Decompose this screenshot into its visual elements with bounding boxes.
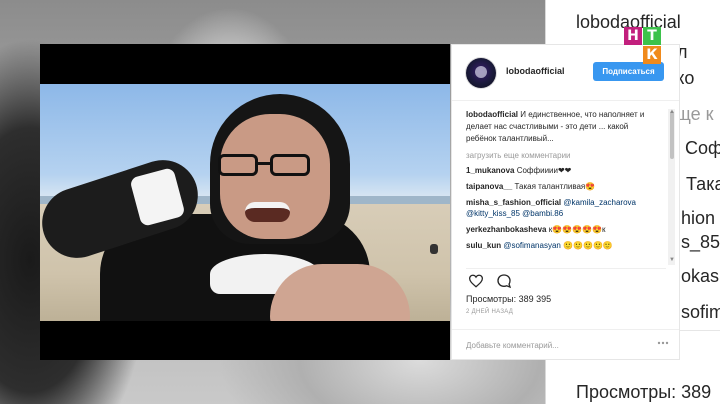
bg-text: Така — [686, 174, 720, 194]
video-bg-person — [430, 244, 438, 254]
bg-text: s_85 — [681, 232, 720, 252]
post-actions — [466, 268, 666, 289]
bg-text: okas — [681, 266, 720, 286]
heart-icon[interactable] — [468, 274, 484, 288]
video-girl-glasses — [218, 154, 258, 176]
comment-text: к😍😍😍😍😍к — [548, 225, 606, 234]
comment-username[interactable]: 1_mukanova — [466, 166, 514, 175]
comment-item: sulu_kun @sofimanasyan 🙂🙂🙂🙂🙂 — [466, 240, 656, 251]
more-options-icon[interactable] — [657, 341, 669, 345]
video-girl-glasses — [270, 154, 310, 176]
comments-scrollbar-thumb[interactable] — [670, 111, 674, 159]
comment-username[interactable]: taipanova__ — [466, 182, 512, 191]
comment-username[interactable]: misha_s_fashion_official — [466, 198, 561, 207]
bg-text: ще к — [676, 104, 714, 124]
logo-letter: Н — [624, 27, 642, 45]
comment-mentions[interactable]: @sofimanasyan 🙂🙂🙂🙂🙂 — [503, 241, 613, 250]
logo-letter: Т — [643, 27, 661, 45]
bg-text: sofim — [681, 302, 720, 322]
comment-item: misha_s_fashion_official @kamila_zacharo… — [466, 197, 656, 219]
video-girl-mouth — [245, 202, 290, 222]
comment-item: taipanova__ Такая талантливая😍 — [466, 181, 656, 192]
post-username[interactable]: lobodaofficial — [506, 66, 565, 76]
comment-item: yerkezhanbokasheva к😍😍😍😍😍к — [466, 224, 656, 235]
scroll-down-arrow-icon[interactable]: ▼ — [669, 257, 675, 263]
comment-icon[interactable] — [496, 273, 512, 289]
video-player[interactable] — [40, 44, 450, 360]
video-girl-glasses-bridge — [255, 162, 273, 165]
add-comment-input[interactable] — [466, 338, 646, 352]
caption-username[interactable]: lobodaofficial — [466, 110, 518, 119]
add-comment-bar — [452, 329, 679, 359]
video-frame[interactable] — [40, 84, 450, 321]
scroll-up-arrow-icon[interactable]: ▲ — [669, 109, 675, 115]
comment-username[interactable]: yerkezhanbokasheva — [466, 225, 547, 234]
comment-text: Такая талантливая😍 — [514, 182, 596, 191]
bg-text: Просмотры: 389 — [576, 382, 712, 402]
logo-letter: К — [643, 46, 661, 64]
comment-text: Соффииии❤❤ — [516, 166, 572, 175]
comment-item: 1_mukanova Соффииии❤❤ — [466, 165, 656, 176]
bg-text: hion — [681, 208, 716, 228]
post-caption: lobodaofficial И единственное, что напол… — [466, 109, 656, 145]
load-more-comments-link[interactable]: загрузить еще комментарии — [466, 151, 656, 160]
post-date[interactable]: 2 ДНЕЙ НАЗАД — [466, 309, 513, 315]
avatar[interactable] — [466, 58, 496, 88]
ntk-logo: Н Т К — [624, 27, 662, 65]
comment-username[interactable]: sulu_kun — [466, 241, 501, 250]
post-side-panel: lobodaofficial Подписаться lobodaofficia… — [451, 44, 680, 360]
views-count: Просмотры: 389 395 — [466, 294, 552, 304]
